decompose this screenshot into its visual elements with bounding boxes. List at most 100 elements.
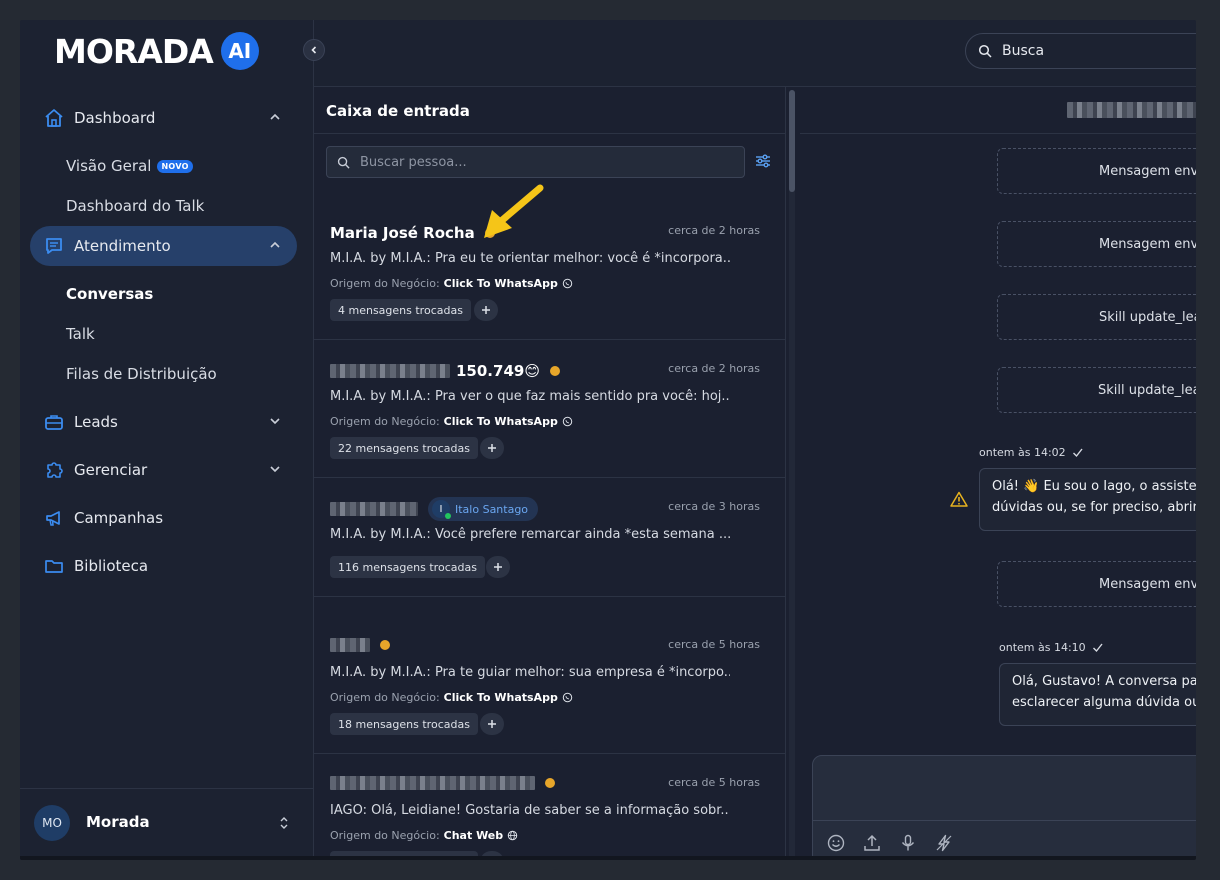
chevron-up-icon[interactable] <box>267 109 283 125</box>
sidebar-item-label: Campanhas <box>74 509 164 527</box>
chevron-left-icon <box>311 46 317 54</box>
conversation-item[interactable]: cerca de 5 horas IAGO: Olá, Leidiane! Go… <box>314 754 785 860</box>
plus-icon <box>482 306 490 314</box>
message-line: Olá, Gustavo! A conversa paro <box>1012 674 1196 689</box>
message-bubble[interactable]: Olá, Gustavo! A conversa paro esclarecer… <box>999 663 1196 726</box>
system-message: Mensagem envia <box>997 561 1196 607</box>
add-tag-button[interactable] <box>474 299 498 321</box>
conversation-item[interactable]: cerca de 5 horas M.I.A. by M.I.A.: Pra t… <box>314 616 785 754</box>
global-search[interactable] <box>965 33 1196 69</box>
person-search[interactable] <box>326 146 745 178</box>
message-bubble[interactable]: Olá! 👋 Eu sou o Iago, o assistente dúvid… <box>979 468 1196 531</box>
redacted-name <box>330 776 535 790</box>
chevron-updown-icon <box>280 817 288 829</box>
add-tag-button[interactable] <box>480 437 504 459</box>
sidebar-item-campanhas[interactable]: Campanhas <box>30 498 297 538</box>
message-preview: M.I.A. by M.I.A.: Pra ver o que faz mais… <box>330 389 730 404</box>
microphone-icon[interactable] <box>899 834 917 852</box>
collapse-sidebar-button[interactable] <box>303 39 325 61</box>
origin-value: Chat Web <box>443 829 504 842</box>
plus-icon <box>488 720 496 728</box>
contact-name-text: Maria José Rocha <box>330 224 475 242</box>
sidebar-subitem-filas[interactable]: Filas de Distribuição <box>30 354 297 394</box>
megaphone-icon <box>43 507 65 529</box>
sidebar-item-atendimento[interactable]: Atendimento <box>30 226 297 266</box>
org-name: Morada <box>86 813 150 831</box>
lightning-icon[interactable] <box>935 834 953 852</box>
message-composer[interactable] <box>812 755 1196 860</box>
conversation-time: cerca de 5 horas <box>668 776 760 789</box>
origin-value: Click To WhatsApp <box>443 277 558 290</box>
person-search-input[interactable] <box>358 153 722 171</box>
sidebar-subitem-label: Filas de Distribuição <box>66 365 217 383</box>
add-tag-button[interactable] <box>486 556 510 578</box>
message-timestamp: ontem às 14:02 <box>979 446 1083 459</box>
chevron-up-icon[interactable] <box>267 237 283 253</box>
message-line: dúvidas ou, se for preciso, abrir um <box>992 500 1196 515</box>
sidebar-subitem-visao-geral[interactable]: Visão Geral NOVO <box>30 146 297 186</box>
conversation-pane: Mensagem envia Mensagem envia Skill upda… <box>800 87 1196 860</box>
sidebar-item-dashboard[interactable]: Dashboard <box>30 98 297 138</box>
conversation-time: cerca de 2 horas <box>668 362 760 375</box>
sidebar-subitem-talk[interactable]: Talk <box>30 314 297 354</box>
sidebar-item-leads[interactable]: Leads <box>30 402 297 442</box>
globe-icon <box>507 830 518 841</box>
messages-count-badge: 116 mensagens trocadas <box>330 556 485 578</box>
top-bar <box>314 20 1196 87</box>
org-switcher[interactable]: MO Morada <box>20 788 313 860</box>
scrollbar-thumb[interactable] <box>789 90 795 192</box>
system-message: Mensagem envia <box>997 148 1196 194</box>
divider <box>813 820 1196 821</box>
status-dot <box>545 778 555 788</box>
home-icon <box>43 107 65 129</box>
plus-icon <box>494 563 502 571</box>
messages-count-badge: 22 mensagens trocadas <box>330 437 478 459</box>
origin-value: Click To WhatsApp <box>443 691 558 704</box>
messages-count-badge: 4 mensagens trocadas <box>330 299 471 321</box>
avatar: MO <box>34 805 70 841</box>
folder-icon <box>43 555 65 577</box>
puzzle-icon <box>43 459 65 481</box>
sidebar-subitem-label: Conversas <box>66 285 154 303</box>
contact-name: 150.749😊 <box>330 362 560 380</box>
deal-origin: Origem do Negócio: Click To WhatsApp <box>330 691 573 704</box>
contact-name <box>330 638 390 652</box>
inbox-title: Caixa de entrada <box>326 102 470 120</box>
emoji-icon[interactable] <box>827 834 845 852</box>
sidebar-subitem-dashboard-talk[interactable]: Dashboard do Talk <box>30 186 297 226</box>
sidebar-item-gerenciar[interactable]: Gerenciar <box>30 450 297 490</box>
conversation-item[interactable]: Maria José Rocha cerca de 2 horas M.I.A.… <box>314 202 785 340</box>
message-preview: IAGO: Olá, Leidiane! Gostaria de saber s… <box>330 803 730 818</box>
sidebar-item-label: Dashboard <box>74 109 156 127</box>
deal-origin: Origem do Negócio: Click To WhatsApp <box>330 415 573 428</box>
conversation-time: cerca de 2 horas <box>668 224 760 237</box>
annotation-arrow-icon <box>484 184 544 238</box>
origin-label: Origem do Negócio: <box>330 829 440 842</box>
redacted-name <box>330 638 370 652</box>
scrollbar-track[interactable] <box>789 90 795 860</box>
logo[interactable]: MORADA AI <box>54 30 259 72</box>
whatsapp-icon <box>562 416 573 427</box>
sidebar-item-biblioteca[interactable]: Biblioteca <box>30 546 297 586</box>
redacted-contact-name <box>1067 102 1196 118</box>
conversation-item[interactable]: I Italo Santago cerca de 3 horas M.I.A. … <box>314 478 785 597</box>
check-icon <box>1092 643 1103 653</box>
filter-icon[interactable] <box>755 153 771 169</box>
add-tag-button[interactable] <box>480 713 504 735</box>
upload-icon[interactable] <box>863 834 881 852</box>
deal-origin: Origem do Negócio: Chat Web <box>330 829 518 842</box>
conversation-item[interactable]: 150.749😊 cerca de 2 horas M.I.A. by M.I.… <box>314 340 785 478</box>
global-search-input[interactable] <box>1000 42 1196 60</box>
redacted-name <box>330 364 450 378</box>
chevron-down-icon[interactable] <box>267 413 283 429</box>
chat-icon <box>43 235 65 257</box>
conversation-time: cerca de 5 horas <box>668 638 760 651</box>
origin-label: Origem do Negócio: <box>330 277 440 290</box>
chevron-down-icon[interactable] <box>267 461 283 477</box>
search-icon <box>978 44 992 58</box>
sidebar-item-label: Leads <box>74 413 118 431</box>
system-message: Skill update_lead <box>997 367 1196 413</box>
sidebar-subitem-conversas[interactable]: Conversas <box>30 274 297 314</box>
status-dot <box>380 640 390 650</box>
chat-header <box>800 87 1196 134</box>
